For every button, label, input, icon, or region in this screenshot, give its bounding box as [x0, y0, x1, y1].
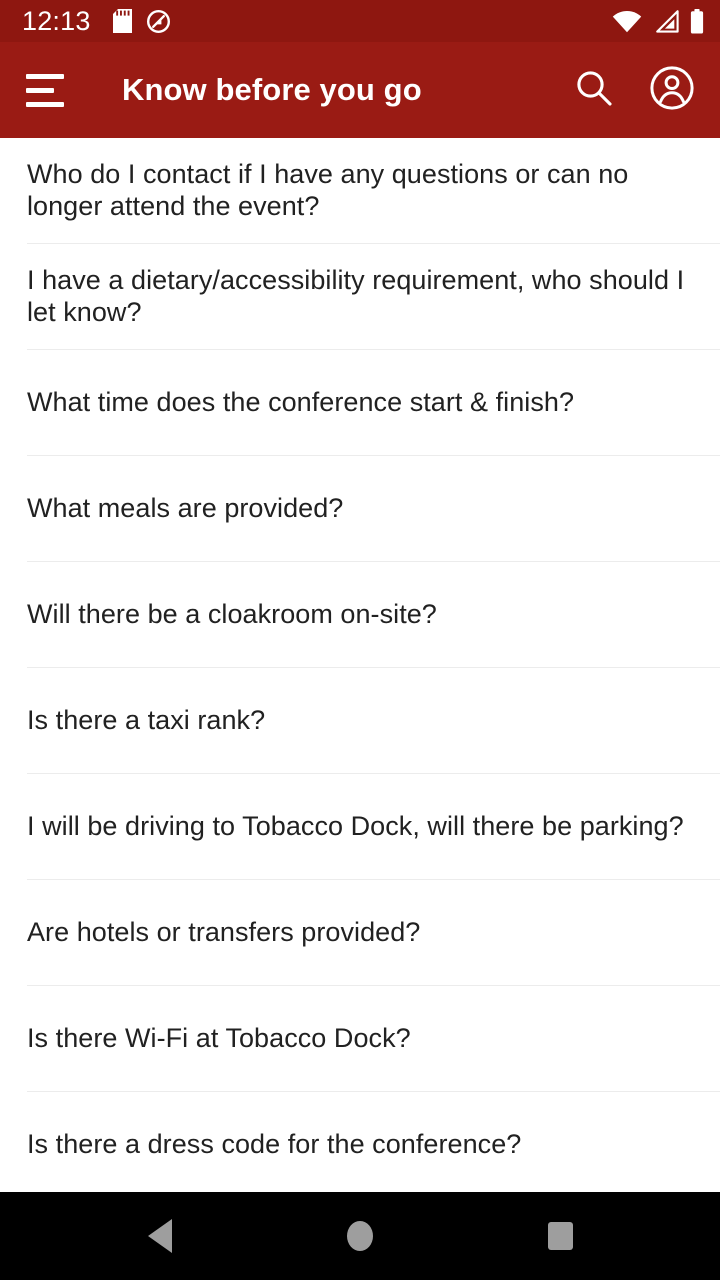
wifi-icon [612, 10, 642, 33]
list-item-label: I will be driving to Tobacco Dock, will … [27, 810, 684, 841]
list-item-label: Are hotels or transfers provided? [27, 916, 421, 947]
faq-list: Who do I contact if I have any questions… [0, 138, 720, 1192]
list-item[interactable]: Is there a taxi rank? [0, 668, 720, 773]
search-button[interactable] [568, 64, 620, 116]
list-item-label: Is there a taxi rank? [27, 704, 266, 735]
cellular-signal-icon [653, 9, 679, 33]
recents-button[interactable] [505, 1192, 615, 1280]
hamburger-bar-3 [26, 101, 64, 107]
android-navigation-bar [0, 1192, 720, 1280]
app-bar-actions [568, 64, 698, 116]
sd-card-icon [112, 9, 132, 33]
list-item[interactable]: Is there Wi-Fi at Tobacco Dock? [0, 986, 720, 1091]
home-circle-icon [347, 1221, 373, 1251]
app-bar: Know before you go [0, 42, 720, 138]
do-not-disturb-icon [146, 9, 171, 34]
list-item-label: What time does the conference start & fi… [27, 386, 575, 417]
battery-icon [690, 8, 704, 34]
list-item-label: I have a dietary/accessibility requireme… [27, 264, 685, 327]
list-item[interactable]: Who do I contact if I have any questions… [0, 138, 720, 243]
status-left-icons [112, 9, 171, 34]
list-item-label: Is there a dress code for the conference… [27, 1128, 522, 1159]
list-item-label: Will there be a cloakroom on-site? [27, 598, 437, 629]
status-right-icons [612, 8, 704, 34]
back-triangle-icon [148, 1219, 172, 1253]
list-item[interactable]: What time does the conference start & fi… [0, 350, 720, 455]
list-item-label: Is there Wi-Fi at Tobacco Dock? [27, 1022, 411, 1053]
list-item[interactable]: What meals are provided? [0, 456, 720, 561]
page-title: Know before you go [122, 72, 422, 107]
status-bar: 12:13 [0, 0, 720, 42]
hamburger-bar-2 [26, 87, 54, 93]
back-button[interactable] [105, 1192, 215, 1280]
list-item[interactable]: I have a dietary/accessibility requireme… [0, 244, 720, 349]
status-clock: 12:13 [22, 5, 91, 36]
recents-square-icon [547, 1222, 573, 1250]
list-item-label: Who do I contact if I have any questions… [27, 158, 629, 221]
list-item[interactable]: Will there be a cloakroom on-site? [0, 562, 720, 667]
phone-screen: 12:13 Know before you go Who do I contac… [0, 0, 720, 1280]
list-item-label: What meals are provided? [27, 492, 344, 523]
hamburger-bar-1 [26, 73, 64, 79]
list-item[interactable]: Are hotels or transfers provided? [0, 880, 720, 985]
account-circle-icon [649, 65, 695, 116]
account-button[interactable] [646, 64, 698, 116]
home-button[interactable] [305, 1192, 415, 1280]
hamburger-menu-icon[interactable] [26, 67, 72, 113]
list-item[interactable]: I will be driving to Tobacco Dock, will … [0, 774, 720, 879]
list-item[interactable]: Is there a dress code for the conference… [0, 1092, 720, 1192]
search-icon [573, 67, 615, 114]
